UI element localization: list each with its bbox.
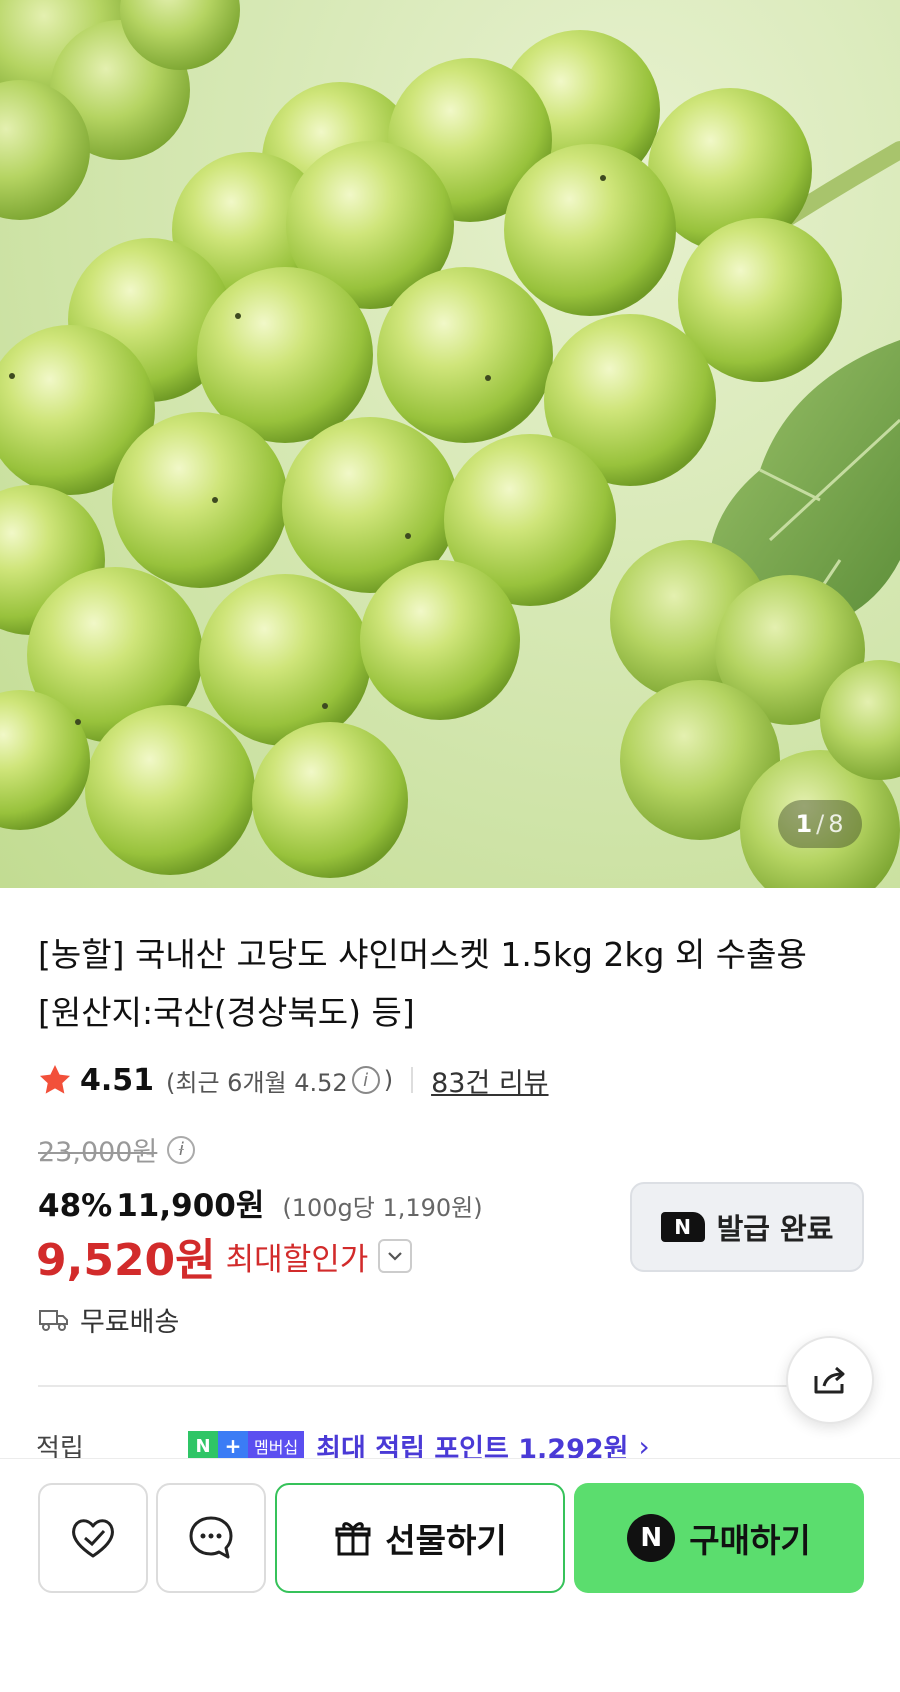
bottom-action-bar: 선물하기 N 구매하기 bbox=[0, 1458, 900, 1692]
review-count-link[interactable]: 83건 리뷰 bbox=[431, 1061, 548, 1100]
buy-button[interactable]: N 구매하기 bbox=[574, 1483, 864, 1593]
heart-check-icon bbox=[72, 1519, 114, 1558]
chat-button[interactable] bbox=[156, 1483, 266, 1593]
membership-plus: + bbox=[218, 1431, 248, 1461]
page-total: 8 bbox=[828, 810, 845, 838]
sale-price-row: 48% 11,900원 (100g당 1,190원) bbox=[38, 1180, 483, 1225]
gift-button[interactable]: 선물하기 bbox=[275, 1483, 565, 1593]
rating-row: 4.51 (최근 6개월 4.52 i ) 83건 리뷰 bbox=[36, 1058, 549, 1102]
unit-price: (100g당 1,190원) bbox=[282, 1194, 483, 1222]
max-discount-price: 9,520원 bbox=[36, 1235, 216, 1286]
title-line-1: [농할] 국내산 고당도 샤인머스켓 1.5kg 2kg 외 수출용 bbox=[38, 935, 807, 974]
product-image[interactable]: 1 / 8 bbox=[0, 0, 900, 888]
section-divider bbox=[38, 1385, 800, 1387]
original-price-value: 23,000원 bbox=[38, 1137, 158, 1168]
image-page-counter: 1 / 8 bbox=[778, 800, 862, 848]
max-discount-row: 9,520원 최대할인가 bbox=[36, 1224, 413, 1288]
shipping-info: 무료배송 bbox=[38, 1300, 179, 1339]
price-info-icon[interactable]: i bbox=[167, 1135, 196, 1164]
coupon-label: 발급 완료 bbox=[716, 1212, 834, 1246]
divider bbox=[411, 1067, 414, 1093]
truck-icon bbox=[39, 1309, 68, 1331]
page-current: 1 bbox=[795, 810, 814, 838]
share-button[interactable] bbox=[786, 1336, 874, 1424]
sale-price: 11,900원 bbox=[116, 1188, 265, 1224]
rating-value: 4.51 bbox=[80, 1062, 155, 1098]
gift-label: 선물하기 bbox=[385, 1521, 507, 1560]
naver-coupon-icon: N bbox=[660, 1212, 705, 1242]
chat-bubble-icon bbox=[189, 1516, 233, 1559]
chevron-down-icon[interactable] bbox=[378, 1239, 413, 1273]
original-price: 23,000원 i bbox=[38, 1130, 199, 1169]
naver-pay-icon: N bbox=[627, 1514, 676, 1562]
share-icon bbox=[814, 1366, 845, 1394]
product-title: [농할] 국내산 고당도 샤인머스켓 1.5kg 2kg 외 수출용 [원산지:… bbox=[38, 926, 858, 1042]
page-separator: / bbox=[816, 810, 826, 838]
shipping-label: 무료배송 bbox=[80, 1307, 180, 1338]
title-line-2: [원산지:국산(경상북도) 등] bbox=[38, 993, 415, 1032]
discount-rate: 48% bbox=[38, 1188, 113, 1224]
membership-badge: N + 멤버십 bbox=[188, 1431, 305, 1461]
buy-label: 구매하기 bbox=[689, 1521, 811, 1560]
gift-icon bbox=[335, 1522, 371, 1556]
star-icon bbox=[39, 1064, 71, 1094]
grapes-illustration bbox=[0, 0, 900, 888]
membership-n: N bbox=[188, 1431, 218, 1461]
max-discount-label: 최대할인가 bbox=[225, 1241, 369, 1278]
info-icon[interactable]: i bbox=[351, 1066, 380, 1094]
recent-rating: (최근 6개월 4.52 bbox=[166, 1068, 348, 1097]
membership-text: 멤버십 bbox=[248, 1431, 305, 1461]
coupon-button[interactable]: N 발급 완료 bbox=[630, 1182, 864, 1272]
wishlist-button[interactable] bbox=[38, 1483, 148, 1593]
recent-rating-close: ) bbox=[383, 1066, 394, 1094]
